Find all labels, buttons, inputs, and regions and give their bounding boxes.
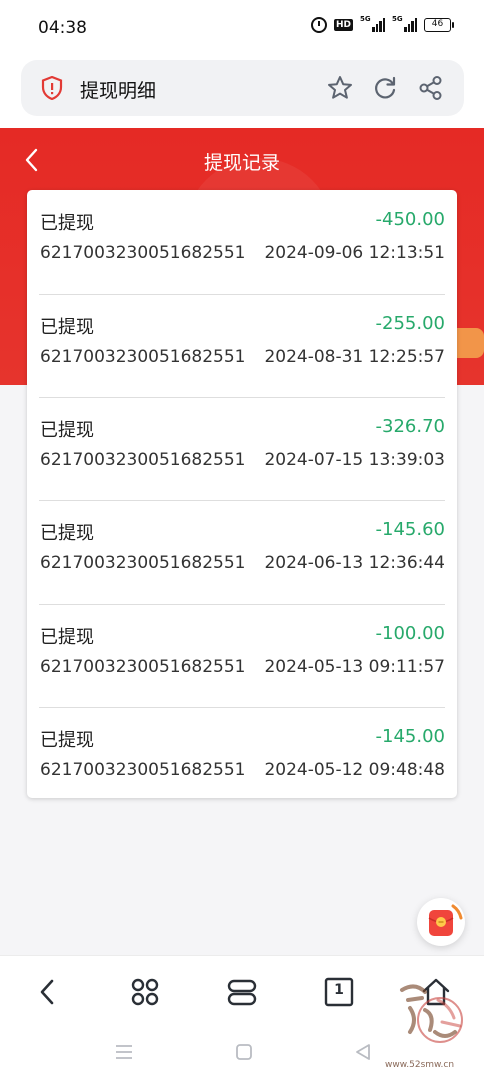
divider xyxy=(39,397,445,398)
record-account: 6217003230051682551 xyxy=(40,657,246,677)
divider xyxy=(39,604,445,605)
watermark-logo xyxy=(400,984,463,1043)
record-item[interactable]: 已提现 -145.60 6217003230051682551 2024-06-… xyxy=(39,500,445,604)
record-account: 6217003230051682551 xyxy=(40,450,246,470)
shield-alert-icon[interactable] xyxy=(41,76,63,100)
hd-voice-icon: HD xyxy=(333,19,353,31)
tab-count-icon[interactable]: 1 xyxy=(323,976,355,1008)
tab-count: 1 xyxy=(334,982,344,998)
browser-bar: 提现明细 xyxy=(0,56,484,128)
record-time: 2024-07-15 13:39:03 xyxy=(264,450,445,470)
record-account: 6217003230051682551 xyxy=(40,243,246,263)
status-bar: 04:38 HD 5G 5G 46 xyxy=(0,0,484,56)
red-packet-button[interactable] xyxy=(417,898,465,946)
status-icons: HD 5G 5G 46 xyxy=(310,15,454,33)
record-status: 已提现 xyxy=(40,523,94,544)
status-time: 04:38 xyxy=(38,18,87,38)
record-time: 2024-05-12 09:48:48 xyxy=(264,760,445,780)
alarm-icon xyxy=(310,17,327,33)
record-account: 6217003230051682551 xyxy=(40,760,246,780)
star-icon[interactable] xyxy=(326,74,354,102)
divider xyxy=(39,707,445,708)
divider xyxy=(39,500,445,501)
record-amount: -326.70 xyxy=(375,416,445,437)
share-icon[interactable] xyxy=(417,74,445,102)
record-item[interactable]: 已提现 -255.00 6217003230051682551 2024-08-… xyxy=(39,294,445,398)
triangle-back-icon[interactable] xyxy=(352,1041,374,1063)
record-item[interactable]: 已提现 -450.00 6217003230051682551 2024-09-… xyxy=(39,190,445,294)
record-time: 2024-09-06 12:13:51 xyxy=(264,243,445,263)
red-packet-icon xyxy=(428,904,463,936)
back-arrow-icon[interactable] xyxy=(32,976,64,1008)
record-account: 6217003230051682551 xyxy=(40,347,246,367)
record-amount: -145.00 xyxy=(375,726,445,747)
signal-icon: 5G xyxy=(360,15,385,32)
record-amount: -100.00 xyxy=(375,623,445,644)
refresh-icon[interactable] xyxy=(371,74,399,102)
address-bar[interactable]: 提现明细 xyxy=(21,60,464,116)
record-time: 2024-06-13 12:36:44 xyxy=(264,553,445,573)
record-item[interactable]: 已提现 -145.00 6217003230051682551 2024-05-… xyxy=(39,707,445,811)
address-title[interactable]: 提现明细 xyxy=(80,76,156,103)
record-item[interactable]: 已提现 -100.00 6217003230051682551 2024-05-… xyxy=(39,604,445,708)
menu-icon[interactable] xyxy=(113,1041,135,1063)
record-status: 已提现 xyxy=(40,420,94,441)
record-time: 2024-08-31 12:25:57 xyxy=(264,347,445,367)
watermark-url: www.52smw.cn xyxy=(385,1060,455,1070)
apps-icon[interactable] xyxy=(129,976,161,1008)
record-status: 已提现 xyxy=(40,730,94,751)
record-status: 已提现 xyxy=(40,627,94,648)
divider xyxy=(39,294,445,295)
record-account: 6217003230051682551 xyxy=(40,553,246,573)
tabs-switch-icon[interactable] xyxy=(226,976,258,1008)
record-time: 2024-05-13 09:11:57 xyxy=(264,657,445,677)
page-title: 提现记录 xyxy=(203,152,280,174)
record-status: 已提现 xyxy=(40,213,94,234)
square-home-icon[interactable] xyxy=(233,1041,255,1063)
signal-icon-2: 5G xyxy=(392,15,417,32)
battery-icon: 46 xyxy=(424,18,454,32)
record-status: 已提现 xyxy=(40,317,94,338)
battery-level: 46 xyxy=(424,18,451,32)
withdrawal-record-list: 已提现 -450.00 6217003230051682551 2024-09-… xyxy=(27,190,457,798)
record-amount: -450.00 xyxy=(375,209,445,230)
record-item[interactable]: 已提现 -326.70 6217003230051682551 2024-07-… xyxy=(39,397,445,501)
record-amount: -145.60 xyxy=(375,519,445,540)
record-amount: -255.00 xyxy=(375,313,445,334)
